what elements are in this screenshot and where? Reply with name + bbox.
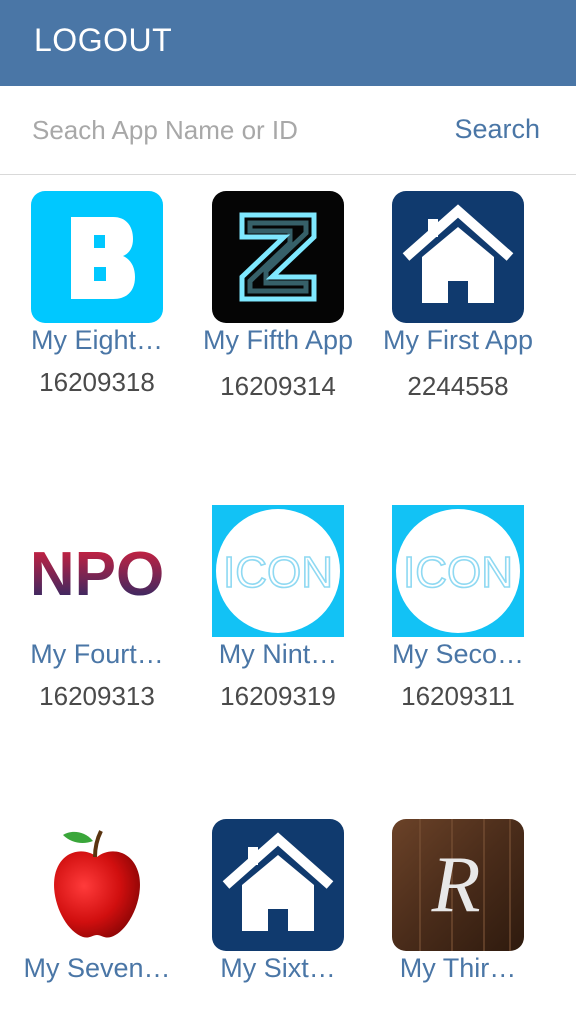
app-name: My Seven… — [23, 953, 171, 983]
svg-text:NPO: NPO — [31, 540, 163, 609]
app-id: 16209318 — [39, 367, 155, 397]
svg-text:ICON: ICON — [403, 548, 513, 597]
app-name: My Nint… — [218, 639, 338, 669]
app-name: My Seco… — [391, 639, 525, 669]
search-bar: Search — [0, 86, 576, 175]
icon-logo-icon[interactable]: ICON — [212, 505, 344, 637]
r-wood-icon[interactable]: R — [392, 819, 524, 951]
letter-b-icon[interactable] — [31, 191, 163, 323]
app-name: My Thir… — [399, 953, 517, 983]
app-name: My Sixt… — [220, 953, 336, 983]
search-button[interactable]: Search — [454, 114, 540, 145]
npo-logo-icon[interactable]: NPO — [31, 505, 163, 637]
app-id: 16209313 — [39, 681, 155, 711]
svg-text:R: R — [431, 841, 481, 929]
svg-text:ICON: ICON — [223, 548, 333, 597]
app-name: My Fourt… — [30, 639, 164, 669]
app-id: 2244558 — [407, 371, 509, 401]
app-id: 16209314 — [220, 371, 336, 401]
logout-button[interactable]: LOGOUT — [34, 22, 172, 59]
app-name: My First App — [382, 325, 534, 355]
icon-logo-icon[interactable]: ICON — [392, 505, 524, 637]
app-name: My Eight… — [30, 325, 164, 355]
search-input[interactable] — [32, 110, 412, 150]
house-icon[interactable] — [392, 191, 524, 323]
neon-z-icon[interactable] — [212, 191, 344, 323]
house-icon[interactable] — [212, 819, 344, 951]
app-id: 16209319 — [220, 681, 336, 711]
app-name: My Fifth App — [202, 325, 354, 355]
app-id: 16209311 — [401, 681, 515, 711]
apple-icon[interactable] — [31, 819, 163, 951]
header-bar: LOGOUT — [0, 0, 576, 86]
